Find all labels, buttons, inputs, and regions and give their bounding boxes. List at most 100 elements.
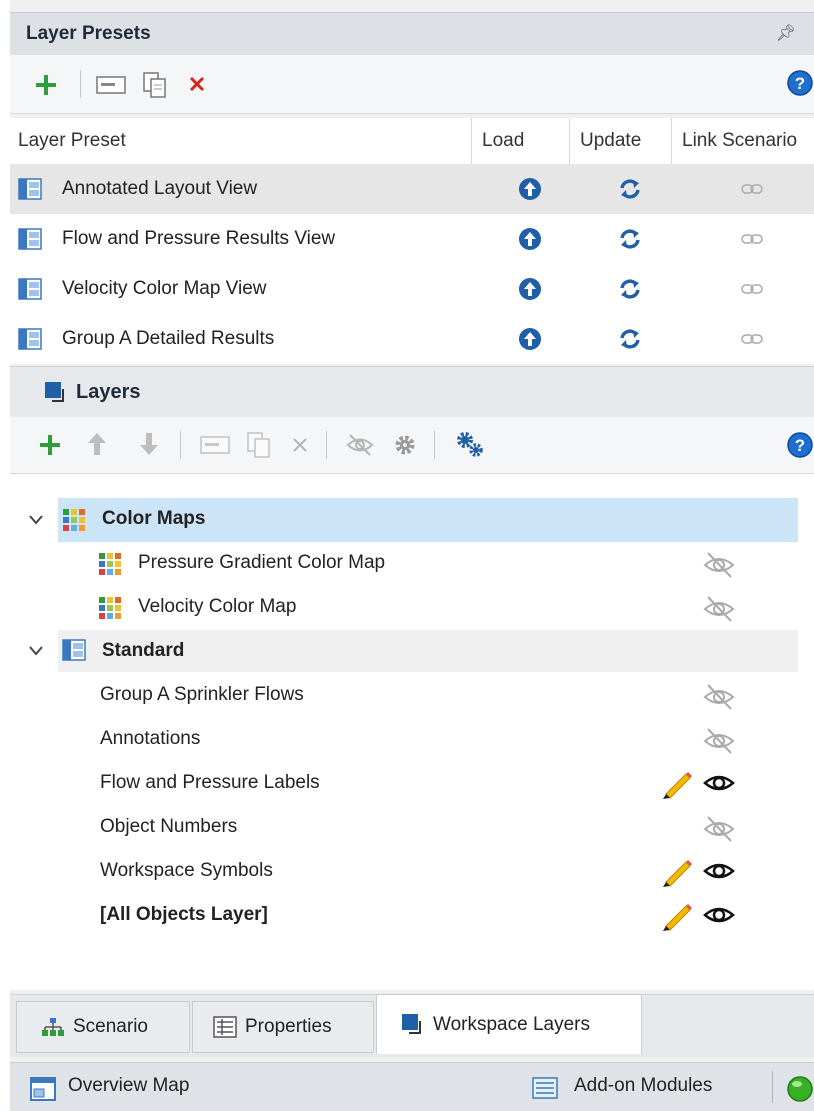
overview-map-button[interactable]: Overview Map [68, 1075, 189, 1097]
pencil-icon[interactable] [660, 768, 694, 800]
pencil-icon[interactable] [660, 856, 694, 888]
column-update[interactable]: Update [570, 118, 672, 164]
update-icon[interactable] [618, 177, 642, 201]
workspace-layers-icon [402, 1013, 421, 1034]
hide-all-icon[interactable] [346, 432, 374, 458]
svg-text:?: ? [795, 436, 805, 455]
color-map-icon [63, 509, 85, 531]
preset-row[interactable]: Annotated Layout View [10, 164, 814, 214]
column-link-scenario[interactable]: Link Scenario [672, 118, 814, 164]
group-label: Standard [102, 640, 185, 661]
help-icon[interactable]: ? [786, 69, 814, 97]
link-icon[interactable] [741, 332, 763, 346]
pin-icon[interactable]: 📌︎ [776, 23, 796, 43]
color-map-icon [99, 553, 121, 575]
manage-settings-icon[interactable] [454, 429, 486, 459]
layers-title: Layers [76, 380, 141, 403]
column-label: Layer Preset [18, 130, 126, 151]
tab-bar: Scenario Properties Workspace Layers [10, 994, 814, 1057]
delete-icon[interactable] [292, 437, 308, 453]
group-label: Color Maps [102, 508, 206, 529]
svg-text:?: ? [795, 74, 805, 93]
layer-preset-icon [18, 278, 42, 300]
layer-item-label[interactable]: Object Numbers [100, 816, 237, 838]
column-label: Update [580, 130, 642, 151]
link-icon[interactable] [741, 182, 763, 196]
chevron-down-icon[interactable] [28, 645, 44, 657]
presets-toolbar: ? [10, 55, 814, 114]
move-up-icon[interactable] [86, 431, 108, 457]
rename-icon[interactable] [96, 75, 126, 95]
hidden-eye-icon[interactable] [702, 726, 736, 756]
properties-icon [213, 1016, 237, 1038]
toolbar-separator [180, 431, 181, 459]
layers-titlebar: Layers [10, 366, 814, 418]
add-icon[interactable] [38, 433, 62, 457]
layer-presets-titlebar: Layer Presets 📌︎ [10, 12, 814, 56]
load-icon[interactable] [518, 277, 542, 301]
link-icon[interactable] [741, 282, 763, 296]
column-label: Load [482, 130, 525, 151]
preset-name: Annotated Layout View [62, 178, 258, 199]
tab-workspace-layers[interactable]: Workspace Layers [376, 994, 642, 1054]
copy-icon[interactable] [142, 71, 168, 99]
tab-properties[interactable]: Properties [192, 1001, 374, 1053]
update-icon[interactable] [618, 277, 642, 301]
preset-name: Flow and Pressure Results View [62, 228, 336, 249]
tab-label: Workspace Layers [433, 1013, 590, 1035]
visible-eye-icon[interactable] [702, 770, 736, 796]
preset-row[interactable]: Velocity Color Map View [10, 264, 814, 314]
chevron-down-icon[interactable] [28, 514, 44, 526]
update-icon[interactable] [618, 227, 642, 251]
preset-row[interactable]: Group A Detailed Results [10, 314, 814, 364]
hidden-eye-icon[interactable] [702, 594, 736, 624]
column-label: Link Scenario [682, 130, 798, 151]
copy-icon[interactable] [246, 431, 272, 459]
layer-item-label[interactable]: Annotations [100, 728, 200, 750]
addon-modules-button[interactable]: Add-on Modules [574, 1075, 712, 1097]
hidden-eye-icon[interactable] [702, 682, 736, 712]
hidden-eye-icon[interactable] [702, 814, 736, 844]
preset-name: Group A Detailed Results [62, 328, 275, 349]
tab-scenario[interactable]: Scenario [16, 1001, 190, 1053]
scenario-icon [42, 1018, 64, 1036]
tab-label: Properties [245, 1016, 332, 1037]
tab-label: Scenario [73, 1016, 148, 1037]
visible-eye-icon[interactable] [702, 858, 736, 884]
pencil-icon[interactable] [660, 900, 694, 932]
color-map-icon [99, 597, 121, 619]
layer-item-label[interactable]: Group A Sprinkler Flows [100, 684, 304, 706]
status-indicator-icon [787, 1076, 813, 1102]
settings-icon[interactable] [392, 432, 418, 458]
layer-item-label[interactable]: Flow and Pressure Labels [100, 772, 320, 794]
toolbar-separator [434, 431, 435, 459]
move-down-icon[interactable] [138, 431, 160, 457]
load-icon[interactable] [518, 327, 542, 351]
addon-modules-icon [532, 1077, 558, 1099]
overview-map-icon [30, 1077, 56, 1101]
preset-row[interactable]: Flow and Pressure Results View [10, 214, 814, 264]
layer-item-label[interactable]: Workspace Symbols [100, 860, 273, 882]
layer-group-icon [62, 639, 86, 661]
layer-item-label[interactable]: [All Objects Layer] [100, 904, 268, 926]
load-icon[interactable] [518, 177, 542, 201]
toolbar-separator [80, 70, 81, 98]
link-icon[interactable] [741, 232, 763, 246]
status-bar: Overview Map Add-on Modules [10, 1062, 814, 1111]
load-icon[interactable] [518, 227, 542, 251]
add-icon[interactable] [34, 73, 58, 97]
column-load[interactable]: Load [472, 118, 570, 164]
update-icon[interactable] [618, 327, 642, 351]
layer-preset-icon [18, 178, 42, 200]
layer-item-label[interactable]: Pressure Gradient Color Map [138, 552, 385, 574]
presets-header: Layer Preset Load Update Link Scenario [10, 118, 814, 165]
layer-preset-icon [18, 328, 42, 350]
visible-eye-icon[interactable] [702, 902, 736, 928]
help-icon[interactable]: ? [786, 431, 814, 459]
delete-icon[interactable] [188, 75, 206, 93]
hidden-eye-icon[interactable] [702, 550, 736, 580]
column-layer-preset[interactable]: Layer Preset [10, 118, 472, 164]
rename-icon[interactable] [200, 435, 230, 455]
toolbar-separator [326, 431, 327, 459]
layer-item-label[interactable]: Velocity Color Map [138, 596, 296, 618]
